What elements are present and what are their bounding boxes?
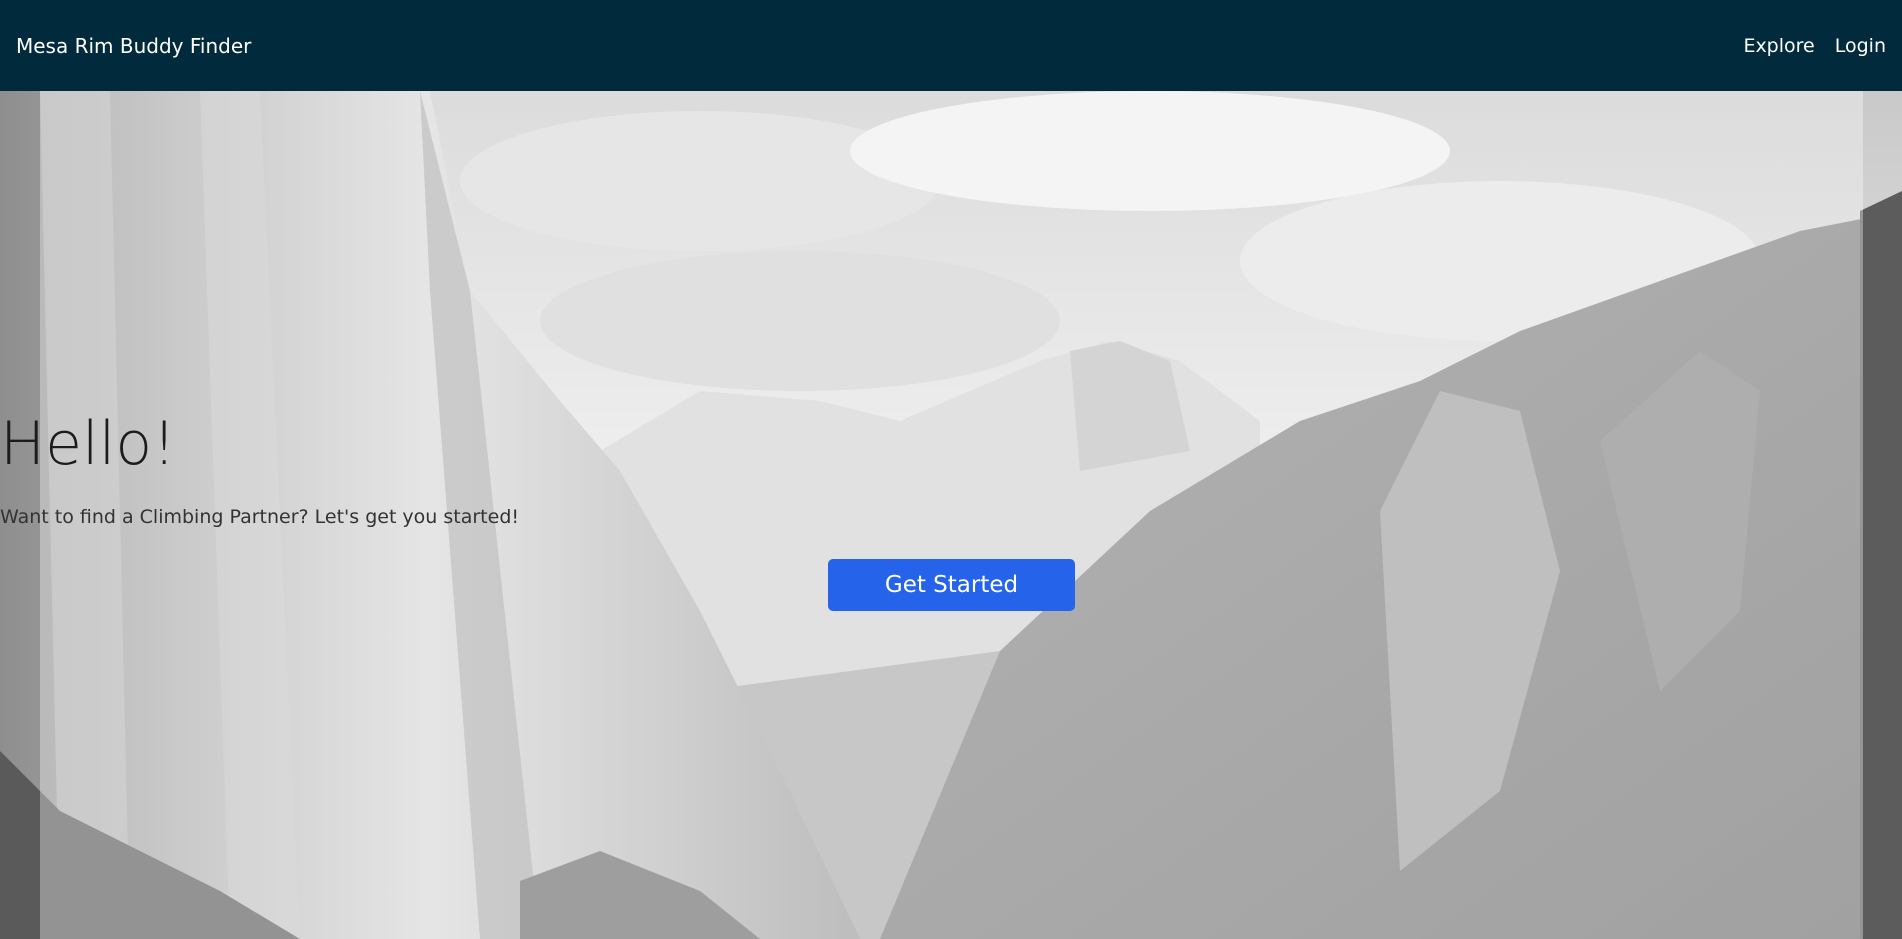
hero-title: Hello! bbox=[0, 409, 177, 479]
nav-links: Explore Login bbox=[1743, 35, 1886, 57]
get-started-button[interactable]: Get Started bbox=[828, 559, 1075, 611]
nav-link-login[interactable]: Login bbox=[1835, 35, 1886, 57]
hero-subtitle: Want to find a Climbing Partner? Let's g… bbox=[0, 506, 520, 528]
nav-link-explore[interactable]: Explore bbox=[1743, 35, 1814, 57]
brand-link[interactable]: Mesa Rim Buddy Finder bbox=[16, 34, 251, 58]
top-navbar: Mesa Rim Buddy Finder Explore Login bbox=[0, 0, 1902, 91]
hero-section: Hello! Want to find a Climbing Partner? … bbox=[0, 91, 1902, 939]
